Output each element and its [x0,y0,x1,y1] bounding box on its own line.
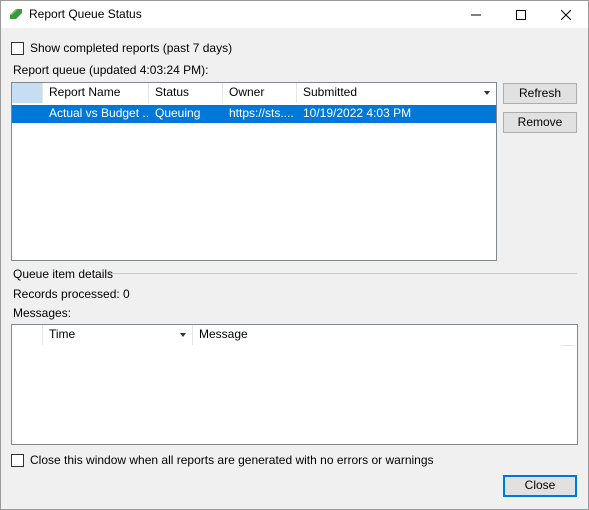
records-processed-text: Records processed: 0 [13,287,130,301]
queue-item-details-label: Queue item details [13,267,114,281]
messages-header: Time Message [12,325,577,345]
close-when-done-checkbox[interactable] [11,453,24,467]
report-queue-list[interactable]: Report Name Status Owner Submitted Actua… [11,82,497,261]
row-select-cell [12,105,43,123]
report-queue-window: Report Queue Status Show completed repor… [0,0,589,510]
column-header-owner[interactable]: Owner [223,83,297,103]
messages-label: Messages: [13,306,72,320]
report-queue-label: Report queue (updated 4:03:24 PM): [13,63,209,77]
show-completed-label: Show completed reports (past 7 days) [30,41,233,55]
column-header-status[interactable]: Status [149,83,223,103]
table-row[interactable]: Actual vs Budget ... Queuing https://sts… [12,105,496,123]
close-icon [560,9,571,20]
close-window-button[interactable] [543,1,588,28]
column-header-message[interactable]: Message [193,325,561,345]
column-header-time-label: Time [49,327,76,341]
close-when-done-option[interactable]: Close this window when all reports are g… [11,453,434,467]
column-header-submitted[interactable]: Submitted [297,83,496,103]
messages-list[interactable]: Time Message [11,324,578,445]
maximize-icon [515,9,526,20]
header-end-mark [561,345,575,346]
column-header-select[interactable] [12,83,43,103]
refresh-button[interactable]: Refresh [503,83,577,104]
minimize-button[interactable] [453,1,498,28]
remove-button[interactable]: Remove [503,112,577,133]
column-header-time[interactable]: Time [43,325,193,345]
show-completed-checkbox[interactable] [11,41,24,55]
column-header-submitted-label: Submitted [303,85,358,99]
close-when-done-label: Close this window when all reports are g… [30,453,434,467]
column-header-msg-select[interactable] [12,325,43,345]
chevron-down-icon[interactable] [180,333,186,337]
title-bar: Report Queue Status [1,1,588,28]
report-queue-header: Report Name Status Owner Submitted [12,83,496,103]
app-logo-icon [10,9,22,19]
chevron-down-icon[interactable] [484,91,490,95]
show-completed-option[interactable]: Show completed reports (past 7 days) [11,41,232,55]
row-report-name: Actual vs Budget ... [49,106,149,120]
minimize-icon [470,14,481,15]
maximize-button[interactable] [498,1,543,28]
details-divider [109,273,577,274]
window-title: Report Queue Status [29,7,142,21]
row-submitted: 10/19/2022 4:03 PM [303,106,412,120]
row-owner: https://sts.... [229,106,294,120]
column-header-report-name[interactable]: Report Name [43,83,149,103]
row-status: Queuing [155,106,201,120]
close-button[interactable]: Close [503,475,577,497]
